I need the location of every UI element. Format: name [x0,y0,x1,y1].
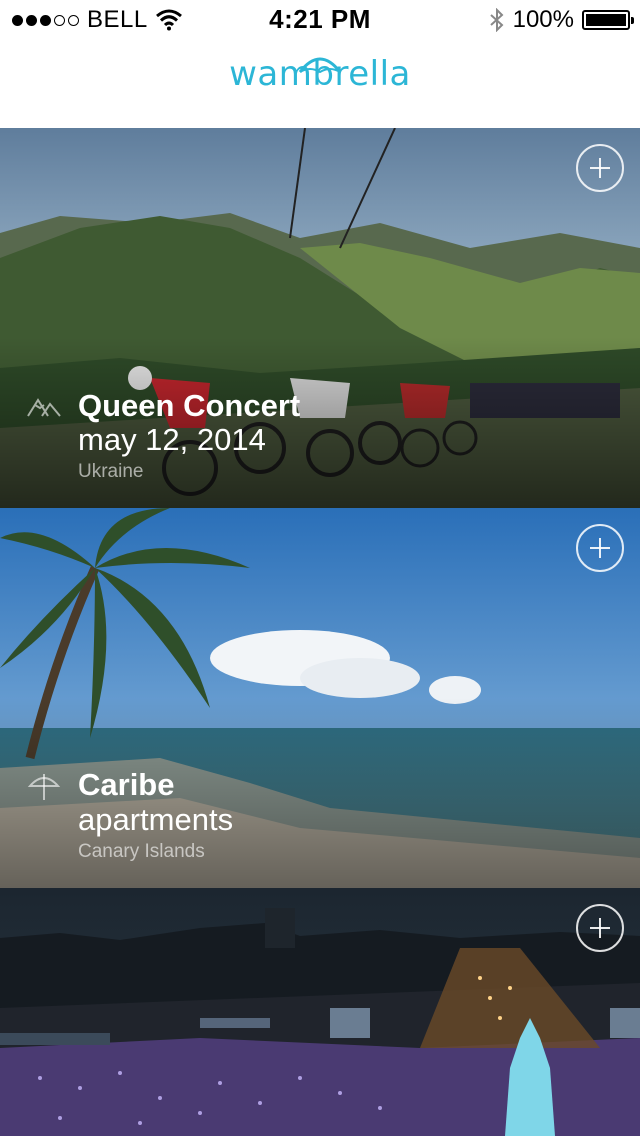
event-card-caribe[interactable]: Caribe apartments Canary Islands [0,508,640,888]
add-button[interactable] [576,524,624,572]
status-bar: BELL 4:21 PM 100% [0,0,640,40]
card-location: Canary Islands [78,841,205,862]
battery-percent: 100% [512,6,574,33]
battery-level [586,14,626,26]
mountains-icon [27,398,61,417]
add-button[interactable] [576,904,624,952]
umbrella-icon [27,774,61,800]
event-card-night-concert[interactable] [0,888,640,1136]
card-subtitle: apartments [78,802,234,837]
app-root: BELL 4:21 PM 100% wambrella Queen Concer… [0,0,640,1136]
event-card-queen-concert[interactable]: Queen Concert may 12, 2014 Ukraine [0,128,640,508]
status-right: 100% [489,6,634,34]
add-button[interactable] [576,144,624,192]
card-photo-night-stage [0,888,640,1136]
card-title: Caribe [78,767,175,802]
card-title: Queen Concert [78,388,301,423]
nav-bar: wambrella [0,40,640,128]
card-location: Ukraine [78,461,144,482]
app-logo: wambrella [229,54,411,94]
battery-icon [582,10,634,30]
bluetooth-icon [489,8,504,32]
card-subtitle: may 12, 2014 [78,422,266,457]
